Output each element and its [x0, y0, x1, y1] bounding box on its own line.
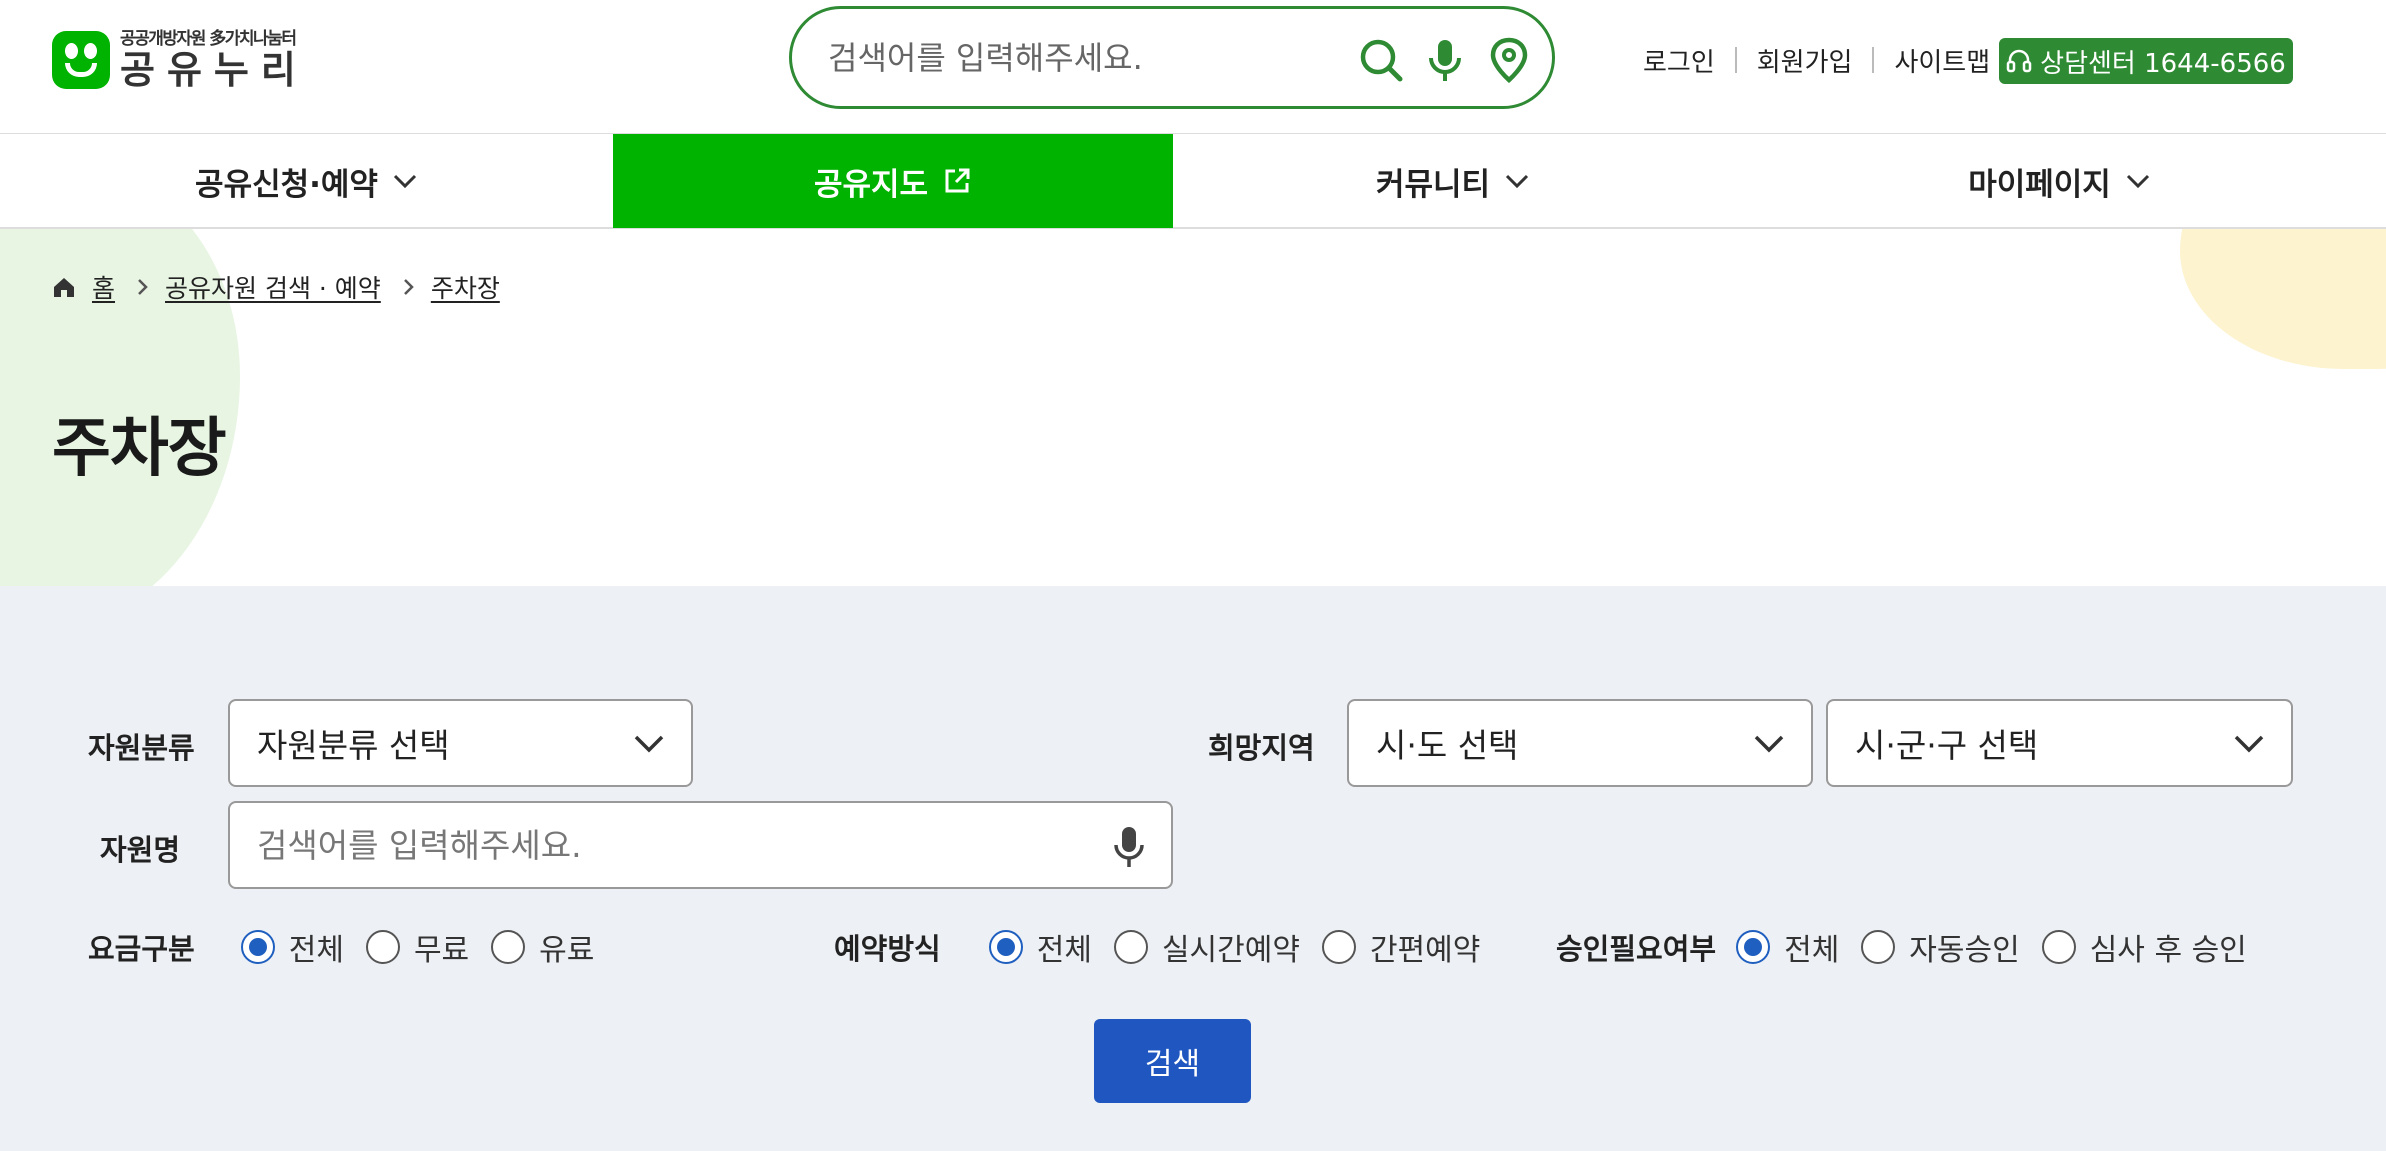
nav-item-apply-reserve[interactable]: 공유신청·예약: [0, 134, 613, 228]
reserve-option-realtime[interactable]: 실시간예약: [1113, 925, 1300, 969]
page-hero: 홈 공유자원 검색 · 예약 주차장 주차장: [0, 229, 2386, 586]
consult-center-label: 상담센터 1644-6566: [2040, 48, 2286, 79]
resource-name-box: [228, 801, 1173, 889]
category-label: 자원분류: [88, 731, 195, 765]
chevron-down-icon: [393, 174, 417, 189]
top-search-box: [789, 6, 1555, 109]
fee-option-paid[interactable]: 유료: [491, 925, 594, 969]
resource-name-input[interactable]: [257, 823, 1057, 867]
home-icon: [54, 278, 74, 297]
logo-tagline: 공공개방자원 多가치나눔터: [120, 29, 297, 49]
search-button[interactable]: 검색: [1094, 1019, 1251, 1103]
nav-item-community[interactable]: 커뮤니티: [1173, 134, 1733, 228]
nav-item-mypage[interactable]: 마이페이지: [1733, 134, 2386, 228]
headset-icon: [2006, 49, 2032, 73]
fee-label: 요금구분: [88, 932, 195, 966]
approval-option-auto[interactable]: 자동승인: [1861, 925, 2020, 969]
site-logo[interactable]: 공공개방자원 多가치나눔터 공유누리: [52, 28, 308, 92]
fee-option-all[interactable]: 전체: [240, 925, 344, 969]
reserve-option-simple[interactable]: 간편예약: [1321, 925, 1480, 969]
microphone-icon[interactable]: [1422, 37, 1468, 83]
external-link-icon: [945, 168, 970, 193]
approval-option-review[interactable]: 심사 후 승인: [2041, 925, 2247, 969]
chevron-right-icon: [403, 279, 414, 295]
site-header: 공공개방자원 多가치나눔터 공유누리 로그인 회원가입 사이트맵: [0, 0, 2386, 133]
sido-select[interactable]: 시·도 선택: [1347, 699, 1813, 787]
fee-option-free[interactable]: 무료: [365, 925, 469, 969]
consult-center-button[interactable]: 상담센터 1644-6566: [1999, 38, 2293, 84]
location-pin-icon[interactable]: [1486, 37, 1532, 83]
chevron-down-icon: [1505, 174, 1529, 189]
chevron-down-icon: [1754, 735, 1784, 753]
chevron-down-icon: [2234, 735, 2264, 753]
chevron-down-icon: [2126, 174, 2149, 189]
approval-label: 승인필요여부: [1556, 932, 1717, 966]
utility-links: 로그인 회원가입 사이트맵: [1643, 40, 1990, 80]
page-title: 주차장: [52, 412, 227, 486]
signup-link[interactable]: 회원가입: [1757, 42, 1853, 79]
reserve-option-all[interactable]: 전체: [988, 925, 1092, 969]
category-select[interactable]: 자원분류 선택: [228, 699, 693, 787]
decorative-blob: [2180, 229, 2386, 369]
chevron-right-icon: [138, 279, 148, 295]
reserve-method-radio-group: 예약방식 전체 실시간예약 간편예약: [834, 924, 1502, 970]
reserve-method-label: 예약방식: [834, 932, 941, 966]
main-nav: 공유신청·예약 공유지도 커뮤니티 마이페이지: [0, 133, 2386, 229]
logo-name: 공유누리: [120, 48, 308, 92]
approval-option-all[interactable]: 전체: [1736, 925, 1839, 969]
logo-mark-icon: [52, 31, 110, 89]
sigungu-select[interactable]: 시·군·구 선택: [1826, 699, 2293, 787]
sitemap-link[interactable]: 사이트맵: [1894, 42, 1990, 79]
breadcrumb-current[interactable]: 주차장: [431, 269, 500, 305]
nav-item-share-map[interactable]: 공유지도: [613, 134, 1173, 228]
breadcrumb: 홈 공유자원 검색 · 예약 주차장: [52, 269, 500, 305]
search-icon[interactable]: [1358, 37, 1404, 83]
top-search-input[interactable]: [828, 35, 1308, 81]
resource-name-label: 자원명: [100, 833, 181, 867]
fee-radio-group: 요금구분 전체 무료 유료: [88, 924, 616, 970]
approval-radio-group: 승인필요여부 전체 자동승인 심사 후 승인: [1556, 924, 2269, 970]
chevron-down-icon: [634, 735, 664, 753]
login-link[interactable]: 로그인: [1643, 42, 1715, 79]
breadcrumb-resource-search[interactable]: 공유자원 검색 · 예약: [165, 269, 381, 305]
region-label: 희망지역: [1208, 731, 1315, 765]
breadcrumb-home[interactable]: 홈: [92, 269, 115, 305]
microphone-icon[interactable]: [1111, 825, 1147, 869]
